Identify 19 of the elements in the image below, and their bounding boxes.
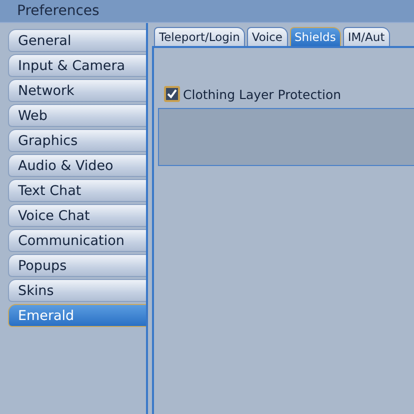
sidebar-item[interactable]: Audio & Video: [8, 154, 146, 177]
sidebar-item[interactable]: Emerald: [8, 304, 146, 327]
window-title: Preferences: [17, 3, 100, 19]
sidebar-item[interactable]: Graphics: [8, 129, 146, 152]
sidebar-item[interactable]: General: [8, 29, 146, 52]
sidebar-item[interactable]: Skins: [8, 279, 146, 302]
sidebar-item[interactable]: Popups: [8, 254, 146, 277]
sidebar-item[interactable]: Voice Chat: [8, 204, 146, 227]
tab[interactable]: Voice: [246, 27, 288, 46]
checkbox[interactable]: [164, 86, 180, 102]
tab[interactable]: Shields: [290, 27, 341, 46]
sidebar-item[interactable]: Communication: [8, 229, 146, 252]
sidebar-item[interactable]: Network: [8, 79, 146, 102]
checkbox-label: Clothing Layer Protection: [183, 86, 342, 102]
sidebar-item[interactable]: Text Chat: [8, 179, 146, 202]
tab[interactable]: IM/Aut: [342, 27, 390, 46]
sidebar-item[interactable]: Input & Camera: [8, 54, 146, 77]
sidebar-item[interactable]: Web: [8, 104, 146, 127]
tab[interactable]: Teleport/Login: [154, 27, 245, 46]
